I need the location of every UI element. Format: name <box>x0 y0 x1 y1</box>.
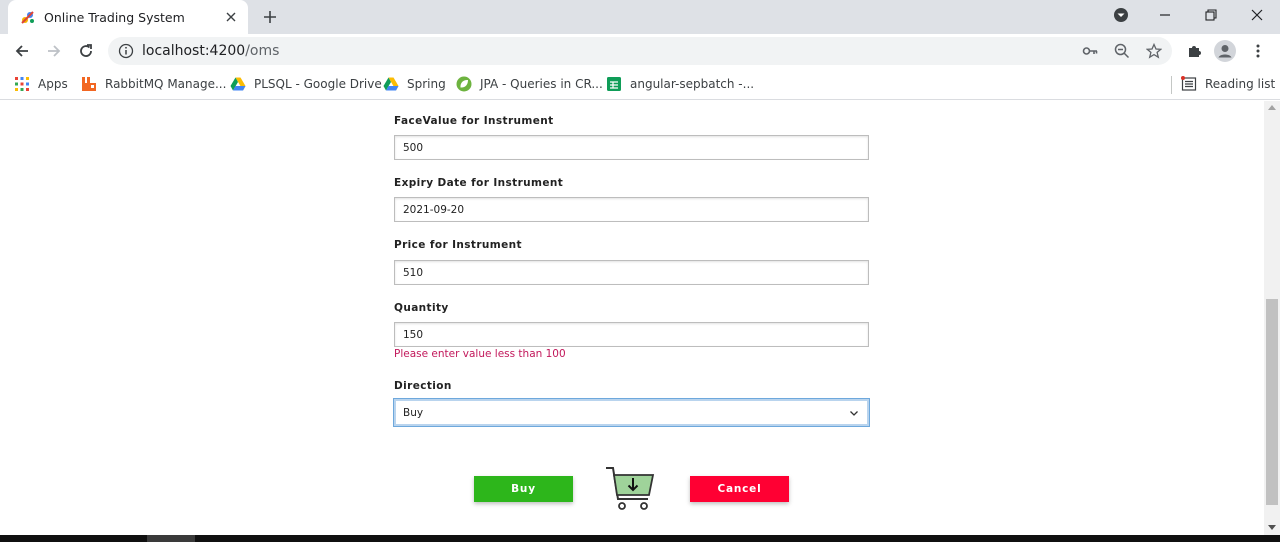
close-tab-icon[interactable] <box>222 8 240 26</box>
bookmark-label: Apps <box>38 77 68 91</box>
profile-avatar-icon[interactable] <box>1213 39 1237 63</box>
forward-arrow-icon[interactable] <box>42 39 66 63</box>
bookmark-rabbitmq[interactable]: RabbitMQ Manage... <box>81 74 226 94</box>
scrollbar-thumb[interactable] <box>1266 299 1278 505</box>
facevalue-label: FaceValue for Instrument <box>394 115 554 127</box>
buy-button[interactable]: Buy <box>474 476 573 502</box>
direction-select[interactable]: Buy <box>393 398 870 427</box>
order-form-page: FaceValue for Instrument 500 Expiry Date… <box>0 101 1264 535</box>
url-path: /oms <box>245 43 280 59</box>
restore-icon[interactable] <box>1188 0 1234 30</box>
spring-leaf-icon <box>456 76 472 92</box>
bookmark-apps[interactable]: Apps <box>14 74 68 94</box>
bookmarks-bar: Apps RabbitMQ Manage... PLSQL - Google D… <box>0 68 1280 100</box>
extensions-puzzle-icon[interactable] <box>1182 39 1206 63</box>
facevalue-input[interactable]: 500 <box>394 135 869 160</box>
expiry-date-input[interactable]: 2021-09-20 <box>394 197 869 222</box>
quantity-error-message: Please enter value less than 100 <box>394 348 566 360</box>
tab-title: Online Trading System <box>44 9 185 25</box>
direction-selected-value: Buy <box>403 406 424 419</box>
bookmark-plsql[interactable]: PLSQL - Google Drive <box>230 74 382 94</box>
quantity-input[interactable]: 150 <box>394 322 869 347</box>
browser-tab-strip: Online Trading System <box>0 0 1280 34</box>
zoom-out-icon[interactable] <box>1112 41 1132 61</box>
address-bar[interactable]: localhost:4200/oms <box>108 37 1172 65</box>
google-drive-icon <box>383 76 399 92</box>
bookmark-label: PLSQL - Google Drive <box>254 77 382 91</box>
cancel-button[interactable]: Cancel <box>690 476 789 502</box>
bookmarks-divider <box>1171 76 1172 94</box>
new-tab-plus-icon[interactable] <box>258 5 282 29</box>
reading-list-label: Reading list <box>1205 77 1276 91</box>
chevron-down-icon <box>849 408 859 418</box>
price-input[interactable]: 510 <box>394 260 869 285</box>
tab-search-icon[interactable] <box>1098 0 1144 30</box>
reading-list-icon <box>1181 76 1197 92</box>
quantity-label: Quantity <box>394 302 449 314</box>
google-drive-icon <box>230 76 246 92</box>
password-key-icon[interactable] <box>1080 41 1100 61</box>
app-favicon-icon <box>20 9 36 25</box>
menu-kebab-icon[interactable] <box>1246 39 1270 63</box>
direction-label: Direction <box>394 380 452 392</box>
browser-tab[interactable]: Online Trading System <box>8 0 248 34</box>
bookmark-star-icon[interactable] <box>1144 41 1164 61</box>
url-host: localhost:4200 <box>142 43 246 59</box>
apps-grid-icon <box>14 76 30 92</box>
browser-toolbar: localhost:4200/oms <box>0 34 1280 68</box>
rabbitmq-icon <box>81 76 97 92</box>
close-window-icon[interactable] <box>1234 0 1280 30</box>
site-info-icon[interactable] <box>118 43 134 59</box>
os-taskbar <box>0 535 1280 542</box>
bookmark-label: Spring <box>407 77 446 91</box>
bookmark-label: RabbitMQ Manage... <box>105 77 227 91</box>
bookmark-jpa[interactable]: JPA - Queries in CR... <box>456 74 603 94</box>
minimize-icon[interactable] <box>1142 0 1188 30</box>
bookmark-angular-sepbatch[interactable]: angular-sepbatch -... <box>606 74 754 94</box>
bookmark-spring[interactable]: Spring <box>383 74 446 94</box>
reload-icon[interactable] <box>74 39 98 63</box>
bookmark-label: JPA - Queries in CR... <box>480 77 603 91</box>
back-arrow-icon[interactable] <box>10 39 34 63</box>
vertical-scrollbar[interactable] <box>1264 101 1280 535</box>
bookmark-label: angular-sepbatch -... <box>630 77 755 91</box>
taskbar-active-app[interactable] <box>147 535 195 542</box>
scroll-up-arrow-icon[interactable] <box>1268 105 1276 110</box>
price-label: Price for Instrument <box>394 239 522 251</box>
google-sheets-icon <box>606 76 622 92</box>
reading-list-button[interactable]: Reading list <box>1181 74 1275 94</box>
scroll-down-arrow-icon[interactable] <box>1268 525 1276 530</box>
expiry-date-label: Expiry Date for Instrument <box>394 177 564 189</box>
shopping-cart-icon <box>604 465 656 513</box>
url-text: localhost:4200/oms <box>142 43 279 59</box>
